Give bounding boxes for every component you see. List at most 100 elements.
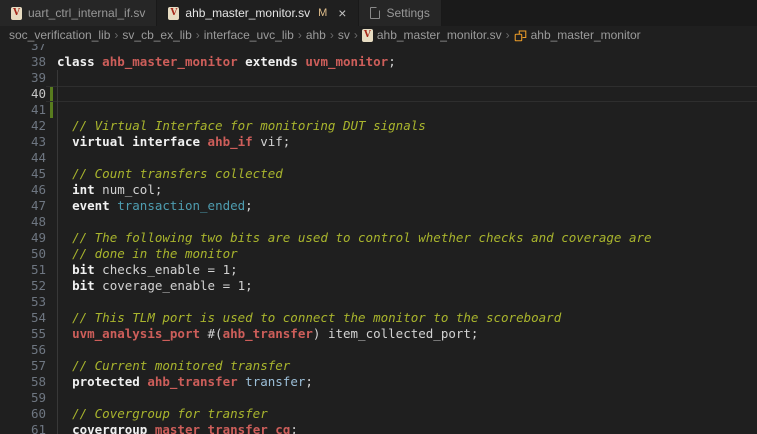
line-number[interactable]: 42 (0, 118, 46, 134)
code-line-55[interactable]: 55 uvm_analysis_port #(ahb_transfer) ite… (0, 326, 757, 342)
line-number[interactable]: 53 (0, 294, 46, 310)
code-line-content[interactable] (46, 102, 757, 118)
code-token: // This TLM port is used to connect the … (72, 310, 561, 325)
line-number[interactable]: 59 (0, 390, 46, 406)
breadcrumb-item-ahb-master-monitor-sv[interactable]: Vahb_master_monitor.sv (362, 28, 502, 42)
code-line-58[interactable]: 58 protected ahb_transfer transfer; (0, 374, 757, 390)
breadcrumb-item-interface-uvc-lib[interactable]: interface_uvc_lib (204, 28, 294, 42)
line-number[interactable]: 50 (0, 246, 46, 262)
code-line-47[interactable]: 47 event transaction_ended; (0, 198, 757, 214)
code-token: uvm_analysis_port (72, 326, 200, 341)
line-number[interactable]: 55 (0, 326, 46, 342)
code-line-content[interactable]: covergroup master_transfer_cg; (46, 422, 757, 434)
line-number[interactable]: 37 (0, 44, 46, 54)
code-line-45[interactable]: 45 // Count transfers collected (0, 166, 757, 182)
code-line-59[interactable]: 59 (0, 390, 757, 406)
code-line-61[interactable]: 61 covergroup master_transfer_cg; (0, 422, 757, 434)
line-number[interactable]: 51 (0, 262, 46, 278)
line-number[interactable]: 38 (0, 54, 46, 70)
code-line-content[interactable]: // done in the monitor (46, 246, 757, 262)
line-number[interactable]: 56 (0, 342, 46, 358)
line-number[interactable]: 39 (0, 70, 46, 86)
line-number[interactable]: 41 (0, 102, 46, 118)
code-line-content[interactable] (46, 86, 757, 102)
code-line-52[interactable]: 52 bit coverage_enable = 1; (0, 278, 757, 294)
code-line-56[interactable]: 56 (0, 342, 757, 358)
code-line-60[interactable]: 60 // Covergroup for transfer (0, 406, 757, 422)
code-line-content[interactable] (46, 214, 757, 230)
code-line-content[interactable]: protected ahb_transfer transfer; (46, 374, 757, 390)
line-number[interactable]: 54 (0, 310, 46, 326)
code-line-46[interactable]: 46 int num_col; (0, 182, 757, 198)
tab-uart-ctrl-internal-if-sv[interactable]: Vuart_ctrl_internal_if.sv (0, 0, 157, 26)
code-line-content[interactable] (46, 150, 757, 166)
code-line-content[interactable] (46, 390, 757, 406)
code-line-41[interactable]: 41 (0, 102, 757, 118)
chevron-right-icon: › (114, 28, 118, 42)
code-token: ahb_master_monitor (102, 54, 237, 69)
tab-ahb-master-monitor-sv[interactable]: Vahb_master_monitor.svM× (157, 0, 359, 26)
code-line-content[interactable]: class ahb_master_monitor extends uvm_mon… (46, 54, 757, 70)
code-line-content[interactable]: // The following two bits are used to co… (46, 230, 757, 246)
code-line-content[interactable] (46, 70, 757, 86)
code-line-51[interactable]: 51 bit checks_enable = 1; (0, 262, 757, 278)
line-number[interactable]: 43 (0, 134, 46, 150)
line-number[interactable]: 61 (0, 422, 46, 434)
code-token: num_col; (95, 182, 163, 197)
code-line-37[interactable]: 37 (0, 44, 757, 54)
code-line-content[interactable]: bit coverage_enable = 1; (46, 278, 757, 294)
close-icon[interactable]: × (337, 6, 347, 20)
code-line-57[interactable]: 57 // Current monitored transfer (0, 358, 757, 374)
breadcrumb-item-ahb[interactable]: ahb (306, 28, 326, 42)
code-editor[interactable]: 3738class ahb_master_monitor extends uvm… (0, 44, 757, 434)
code-token (200, 134, 208, 149)
code-line-content[interactable]: virtual interface ahb_if vif; (46, 134, 757, 150)
code-line-39[interactable]: 39 (0, 70, 757, 86)
line-number[interactable]: 47 (0, 198, 46, 214)
breadcrumb-item-soc-verification-lib[interactable]: soc_verification_lib (9, 28, 110, 42)
code-line-content[interactable] (46, 44, 757, 54)
code-line-54[interactable]: 54 // This TLM port is used to connect t… (0, 310, 757, 326)
code-token: ; (245, 198, 253, 213)
code-line-44[interactable]: 44 (0, 150, 757, 166)
line-number[interactable]: 57 (0, 358, 46, 374)
line-number[interactable]: 45 (0, 166, 46, 182)
code-line-content[interactable]: // Virtual Interface for monitoring DUT … (46, 118, 757, 134)
code-line-42[interactable]: 42 // Virtual Interface for monitoring D… (0, 118, 757, 134)
code-line-content[interactable] (46, 294, 757, 310)
code-line-content[interactable]: uvm_analysis_port #(ahb_transfer) item_c… (46, 326, 757, 342)
code-line-content[interactable]: bit checks_enable = 1; (46, 262, 757, 278)
code-line-50[interactable]: 50 // done in the monitor (0, 246, 757, 262)
code-line-content[interactable]: // This TLM port is used to connect the … (46, 310, 757, 326)
code-line-content[interactable]: event transaction_ended; (46, 198, 757, 214)
line-number[interactable]: 48 (0, 214, 46, 230)
breadcrumb-item-sv-cb-ex-lib[interactable]: sv_cb_ex_lib (122, 28, 191, 42)
line-number[interactable]: 40 (0, 86, 46, 102)
line-number[interactable]: 49 (0, 230, 46, 246)
code-token: bit (72, 278, 95, 293)
breadcrumb-item-sv[interactable]: sv (338, 28, 350, 42)
line-number[interactable]: 52 (0, 278, 46, 294)
code-line-content[interactable]: // Covergroup for transfer (46, 406, 757, 422)
line-number[interactable]: 44 (0, 150, 46, 166)
git-modified-badge: M (318, 7, 327, 19)
code-line-48[interactable]: 48 (0, 214, 757, 230)
code-line-content[interactable]: // Count transfers collected (46, 166, 757, 182)
line-number[interactable]: 46 (0, 182, 46, 198)
code-line-content[interactable]: int num_col; (46, 182, 757, 198)
code-line-content[interactable]: // Current monitored transfer (46, 358, 757, 374)
code-line-53[interactable]: 53 (0, 294, 757, 310)
code-line-43[interactable]: 43 virtual interface ahb_if vif; (0, 134, 757, 150)
code-line-38[interactable]: 38class ahb_master_monitor extends uvm_m… (0, 54, 757, 70)
code-line-40[interactable]: 40 (0, 86, 757, 102)
breadcrumb-label: soc_verification_lib (9, 28, 110, 42)
code-line-49[interactable]: 49 // The following two bits are used to… (0, 230, 757, 246)
line-number[interactable]: 58 (0, 374, 46, 390)
breadcrumb-item-ahb-master-monitor[interactable]: ahb_master_monitor (514, 28, 641, 42)
code-token: ahb_transfer (223, 326, 313, 341)
breadcrumb-label: interface_uvc_lib (204, 28, 294, 42)
tab-settings[interactable]: Settings (359, 0, 441, 26)
line-number[interactable]: 60 (0, 406, 46, 422)
code-line-content[interactable] (46, 342, 757, 358)
breadcrumb-label: ahb (306, 28, 326, 42)
